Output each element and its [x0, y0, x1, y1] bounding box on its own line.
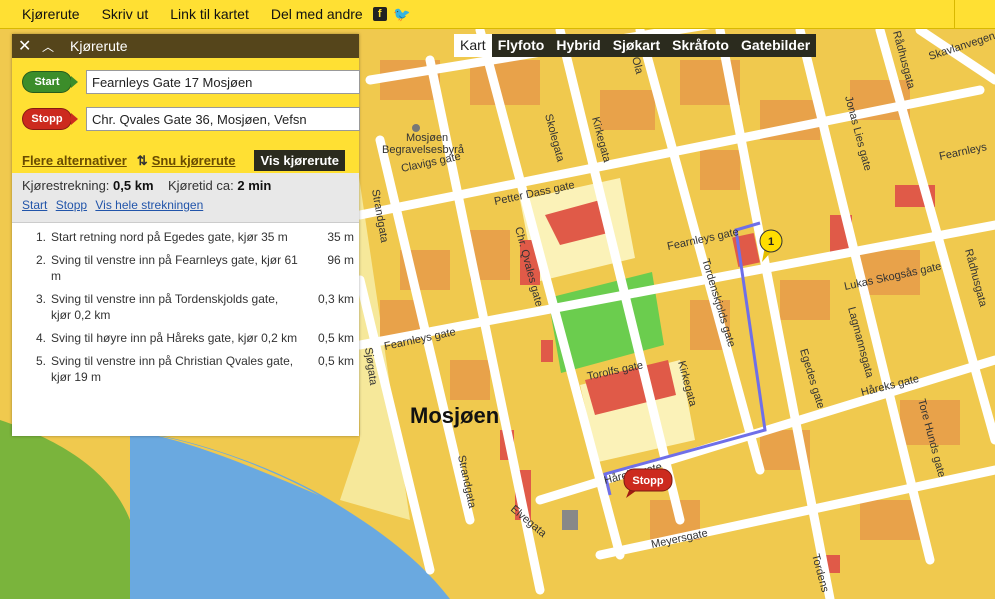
start-row: Start Fearnleys Gate 17 Mosjøen: [22, 70, 360, 94]
maptype-gatebilder[interactable]: Gatebilder: [735, 34, 816, 57]
collapse-icon[interactable]: ︿: [42, 38, 60, 55]
route-steps: 1. Start retning nord på Egedes gate, kj…: [12, 223, 359, 392]
maptype-skrafoto[interactable]: Skråfoto: [666, 34, 735, 57]
time-value: 2 min: [237, 178, 272, 193]
maptype-hybrid[interactable]: Hybrid: [550, 34, 606, 57]
route-actions: Flere alternativer ⇅ Snu kjørerute Vis k…: [22, 150, 345, 171]
route-step[interactable]: 4. Sving til høyre inn på Håreks gate, k…: [12, 330, 359, 353]
more-options-link[interactable]: Flere alternativer: [22, 153, 127, 168]
route-summary: Kjørestrekning: 0,5 km Kjøretid ca: 2 mi…: [12, 173, 359, 223]
time-label: Kjøretid ca:: [167, 178, 234, 193]
distance-value: 0,5 km: [113, 178, 154, 193]
route-panel: ✕ ︿ Kjørerute Start Fearnleys Gate 17 Mo…: [12, 34, 360, 436]
zoom-start-link[interactable]: Start: [22, 198, 47, 212]
stop-input[interactable]: Chr. Qvales Gate 36, Mosjøen, Vefsn: [86, 107, 360, 131]
reverse-route-link[interactable]: Snu kjørerute: [152, 153, 236, 168]
zoom-all-link[interactable]: Vis hele strekningen: [95, 198, 203, 212]
show-route-button[interactable]: Vis kjørerute: [254, 150, 345, 171]
swap-icon: ⇅: [136, 152, 148, 168]
panel-title: Kjørerute: [70, 38, 128, 54]
route-step[interactable]: 1. Start retning nord på Egedes gate, kj…: [12, 229, 359, 252]
start-input[interactable]: Fearnleys Gate 17 Mosjøen: [86, 70, 360, 94]
top-toolbar: Kjørerute Skriv ut Link til kartet Del m…: [0, 0, 995, 29]
stop-row: Stopp Chr. Qvales Gate 36, Mosjøen, Vefs…: [22, 107, 360, 131]
menu-link[interactable]: Link til kartet: [170, 6, 249, 22]
twitter-icon[interactable]: 🐦: [393, 6, 410, 22]
route-step[interactable]: 5. Sving til venstre inn på Christian Qv…: [12, 353, 359, 392]
street-label: 1: [768, 236, 774, 248]
maptype-sjokart[interactable]: Sjøkart: [607, 34, 666, 57]
maptype-kart[interactable]: Kart: [454, 34, 492, 57]
street-label: Begravelsesbyrå: [382, 144, 465, 156]
menu-share[interactable]: Del med andre: [271, 6, 363, 22]
route-step[interactable]: 2. Sving til venstre inn på Fearnleys ga…: [12, 252, 359, 291]
maptype-flyfoto[interactable]: Flyfoto: [492, 34, 551, 57]
stop-badge: Stopp: [22, 108, 78, 130]
toolbar-edge: [954, 0, 995, 28]
zoom-stop-link[interactable]: Stopp: [56, 198, 87, 212]
start-badge: Start: [22, 71, 78, 93]
close-icon[interactable]: ✕: [18, 36, 36, 56]
facebook-icon[interactable]: f: [372, 7, 387, 21]
menu-print[interactable]: Skriv ut: [102, 6, 149, 22]
panel-header: ✕ ︿ Kjørerute: [12, 34, 359, 58]
route-step[interactable]: 3. Sving til venstre inn på Tordenskjold…: [12, 291, 359, 330]
map-type-selector: Kart Flyfoto Hybrid Sjøkart Skråfoto Gat…: [454, 34, 817, 57]
distance-label: Kjørestrekning:: [22, 178, 110, 193]
route-form: Start Fearnleys Gate 17 Mosjøen Stopp Ch…: [12, 58, 360, 173]
menu-route[interactable]: Kjørerute: [22, 6, 80, 22]
street-label: Mosjøen: [406, 132, 448, 144]
town-label: Mosjøen: [410, 403, 499, 428]
street-label: Stopp: [632, 475, 663, 487]
